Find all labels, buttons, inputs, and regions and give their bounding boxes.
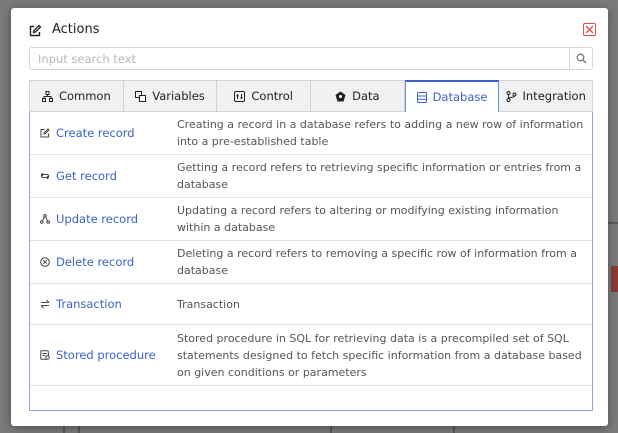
action-transaction[interactable]: Transaction Transaction xyxy=(30,284,592,325)
stored-procedure-icon xyxy=(40,350,50,360)
search-icon xyxy=(576,53,586,64)
background-red-element xyxy=(611,266,618,292)
action-label: Create record xyxy=(56,126,135,140)
dialog-title: Actions xyxy=(52,22,100,37)
sitemap-icon xyxy=(41,90,53,102)
action-label: Stored procedure xyxy=(56,348,156,362)
action-label: Update record xyxy=(56,212,139,226)
action-description: Deleting a record refers to removing a s… xyxy=(177,247,577,277)
action-name: Stored procedure xyxy=(30,348,177,362)
update-record-icon xyxy=(40,214,50,224)
action-update-record[interactable]: Update record Updating a record refers t… xyxy=(30,198,592,241)
action-create-record[interactable]: Create record Creating a record in a dat… xyxy=(30,112,592,155)
action-description: Updating a record refers to altering or … xyxy=(177,204,559,234)
close-icon xyxy=(585,25,594,34)
action-description: Transaction xyxy=(177,297,240,311)
search-button[interactable] xyxy=(569,48,592,69)
background-divider xyxy=(453,426,455,433)
edit-icon xyxy=(28,23,42,37)
tab-label: Database xyxy=(432,90,488,104)
edit-icon xyxy=(40,128,50,138)
close-button[interactable] xyxy=(583,23,596,36)
action-label: Transaction xyxy=(56,297,122,311)
database-icon xyxy=(416,91,427,103)
tab-label: Common xyxy=(58,89,111,103)
background-divider xyxy=(330,426,332,433)
transaction-icon xyxy=(40,299,50,309)
delete-record-icon xyxy=(40,257,50,267)
tab-variables[interactable]: Variables xyxy=(124,81,218,111)
tab-data[interactable]: Data xyxy=(311,81,405,111)
tab-label: Data xyxy=(352,89,380,103)
action-label: Get record xyxy=(56,169,117,183)
get-record-icon xyxy=(40,171,50,181)
control-icon xyxy=(234,90,246,102)
actions-list: Create record Creating a record in a dat… xyxy=(29,112,593,411)
action-name: Transaction xyxy=(30,297,177,311)
search-input[interactable] xyxy=(30,48,569,69)
tab-database[interactable]: Database xyxy=(404,80,500,112)
tab-bar: Common Variables Control Data Database I… xyxy=(29,80,593,112)
action-description: Getting a record refers to retrieving sp… xyxy=(177,161,582,191)
action-description: Creating a record in a database refers t… xyxy=(177,118,584,148)
tab-control[interactable]: Control xyxy=(217,81,312,111)
tab-label: Control xyxy=(251,89,293,103)
data-icon xyxy=(335,91,346,102)
dialog-header: Actions xyxy=(28,22,100,37)
integration-icon xyxy=(506,90,517,102)
action-description: Stored procedure in SQL for retrieving d… xyxy=(177,331,582,379)
action-name: Update record xyxy=(30,212,177,226)
tab-integration[interactable]: Integration xyxy=(499,81,592,111)
tab-label: Integration xyxy=(522,89,586,103)
background-divider xyxy=(78,426,80,433)
background-divider xyxy=(63,426,65,433)
action-delete-record[interactable]: Delete record Deleting a record refers t… xyxy=(30,241,592,284)
actions-dialog: Actions Common Variables xyxy=(11,8,608,426)
action-label: Delete record xyxy=(56,255,135,269)
action-name: Create record xyxy=(30,126,177,140)
action-name: Delete record xyxy=(30,255,177,269)
tab-common[interactable]: Common xyxy=(30,81,124,111)
search-box xyxy=(29,47,593,70)
tab-label: Variables xyxy=(152,89,205,103)
background-divider xyxy=(608,222,618,224)
action-get-record[interactable]: Get record Getting a record refers to re… xyxy=(30,155,592,198)
variables-icon xyxy=(135,90,147,102)
action-name: Get record xyxy=(30,169,177,183)
action-stored-procedure[interactable]: Stored procedure Stored procedure in SQL… xyxy=(30,325,592,386)
